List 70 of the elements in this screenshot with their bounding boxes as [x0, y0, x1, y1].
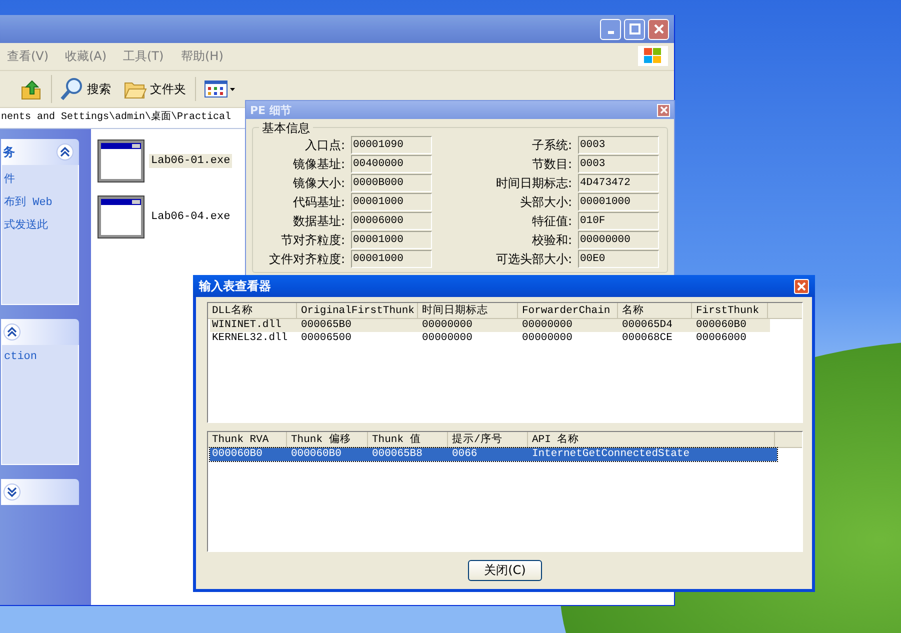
task-link[interactable]: ction	[4, 351, 76, 363]
close-button[interactable]	[657, 104, 670, 116]
field-label: 子系统:	[530, 136, 572, 154]
folders-button[interactable]: 文件夹	[120, 76, 189, 102]
task-link[interactable]: 布到 Web	[4, 194, 76, 209]
table-row[interactable]: KERNEL32.dll 00006500 00000000 00000000 000068CE 00006000	[210, 332, 770, 345]
task-link[interactable]: 件	[4, 171, 76, 186]
folder-up-arrow-icon	[20, 78, 42, 100]
group-title: 基本信息	[259, 120, 313, 137]
field-label: 镜像基址:	[292, 156, 345, 172]
file-name[interactable]: Lab06-01.exe	[149, 154, 232, 168]
field-label: 可选头部大小:	[494, 250, 572, 268]
value-field[interactable]: 00001090	[351, 136, 432, 154]
value-field[interactable]: 00001000	[351, 193, 432, 211]
table-row[interactable]: WININET.dll 000065B0 00000000 00000000 000065D4 000060B0	[210, 319, 770, 332]
value-field[interactable]: 00400000	[351, 155, 432, 173]
value-field[interactable]: 0003	[578, 136, 659, 154]
field-label: 特征值:	[530, 212, 572, 230]
value-field[interactable]: 00001000	[578, 193, 659, 211]
field-label: 头部大小:	[518, 194, 572, 210]
field-label: 节数目:	[530, 156, 572, 172]
value-field[interactable]: 010F	[578, 212, 659, 230]
minimize-button[interactable]	[600, 18, 621, 40]
field-label: 入口点:	[304, 136, 345, 154]
program-window-icon[interactable]	[97, 139, 145, 183]
menu-item[interactable]: 工具(T)	[123, 48, 181, 65]
close-icon	[797, 282, 806, 290]
minimize-icon	[608, 31, 614, 34]
collapse-chevron-icon[interactable]	[3, 323, 21, 341]
panel-header[interactable]	[1, 319, 79, 345]
value-field[interactable]: 0003	[578, 155, 659, 173]
panel-header[interactable]	[1, 479, 79, 505]
value-field[interactable]: 00000000	[578, 231, 659, 249]
field-label: 数据基址:	[292, 212, 345, 230]
collapse-chevron-icon[interactable]	[56, 143, 74, 161]
field-label: 代码基址:	[292, 194, 345, 210]
value-field[interactable]: 00001000	[351, 250, 432, 268]
value-field[interactable]: 00001000	[351, 231, 432, 249]
value-field[interactable]: 0000B000	[351, 174, 432, 192]
table-row[interactable]: 000060B0 000060B0 000065B8 0066 InternetGetConnectedState	[210, 448, 777, 461]
close-icon	[660, 106, 668, 114]
value-field[interactable]: 00006000	[351, 212, 432, 230]
field-label: 校验和:	[530, 232, 572, 248]
views-grid-icon	[204, 79, 236, 99]
file-name[interactable]: Lab06-04.exe	[149, 210, 232, 224]
menu-item[interactable]: 收藏(A)	[65, 48, 123, 65]
expand-chevron-icon[interactable]	[3, 483, 21, 501]
flag-logo-icon	[638, 46, 668, 66]
panel-header[interactable]: 务	[1, 139, 79, 165]
task-link[interactable]: 式发送此	[4, 217, 76, 232]
field-label: 文件对齐粒度:	[268, 250, 345, 268]
menu-item[interactable]: 帮助(H)	[181, 48, 239, 65]
value-field[interactable]: 00E0	[578, 250, 659, 268]
window-title: PE 细节	[250, 102, 292, 118]
close-button[interactable]	[794, 278, 809, 294]
value-field[interactable]: 4D473472	[578, 174, 659, 192]
field-label: 时间日期标志:	[494, 174, 572, 192]
field-label: 镜像大小:	[292, 174, 345, 192]
field-label: 节对齐粒度:	[280, 232, 345, 248]
search-button[interactable]: 搜索	[51, 75, 114, 103]
close-button[interactable]	[648, 18, 669, 40]
panel-title: 务	[3, 144, 15, 160]
maximize-icon	[628, 23, 640, 35]
close-icon	[652, 23, 664, 35]
close-dialog-button[interactable]: 关闭(C)	[468, 560, 542, 581]
program-window-icon[interactable]	[97, 195, 145, 239]
maximize-button[interactable]	[624, 18, 645, 40]
menu-item[interactable]: 查看(V)	[7, 48, 65, 65]
window-title: 输入表查看器	[199, 278, 271, 294]
search-icon	[60, 77, 84, 101]
